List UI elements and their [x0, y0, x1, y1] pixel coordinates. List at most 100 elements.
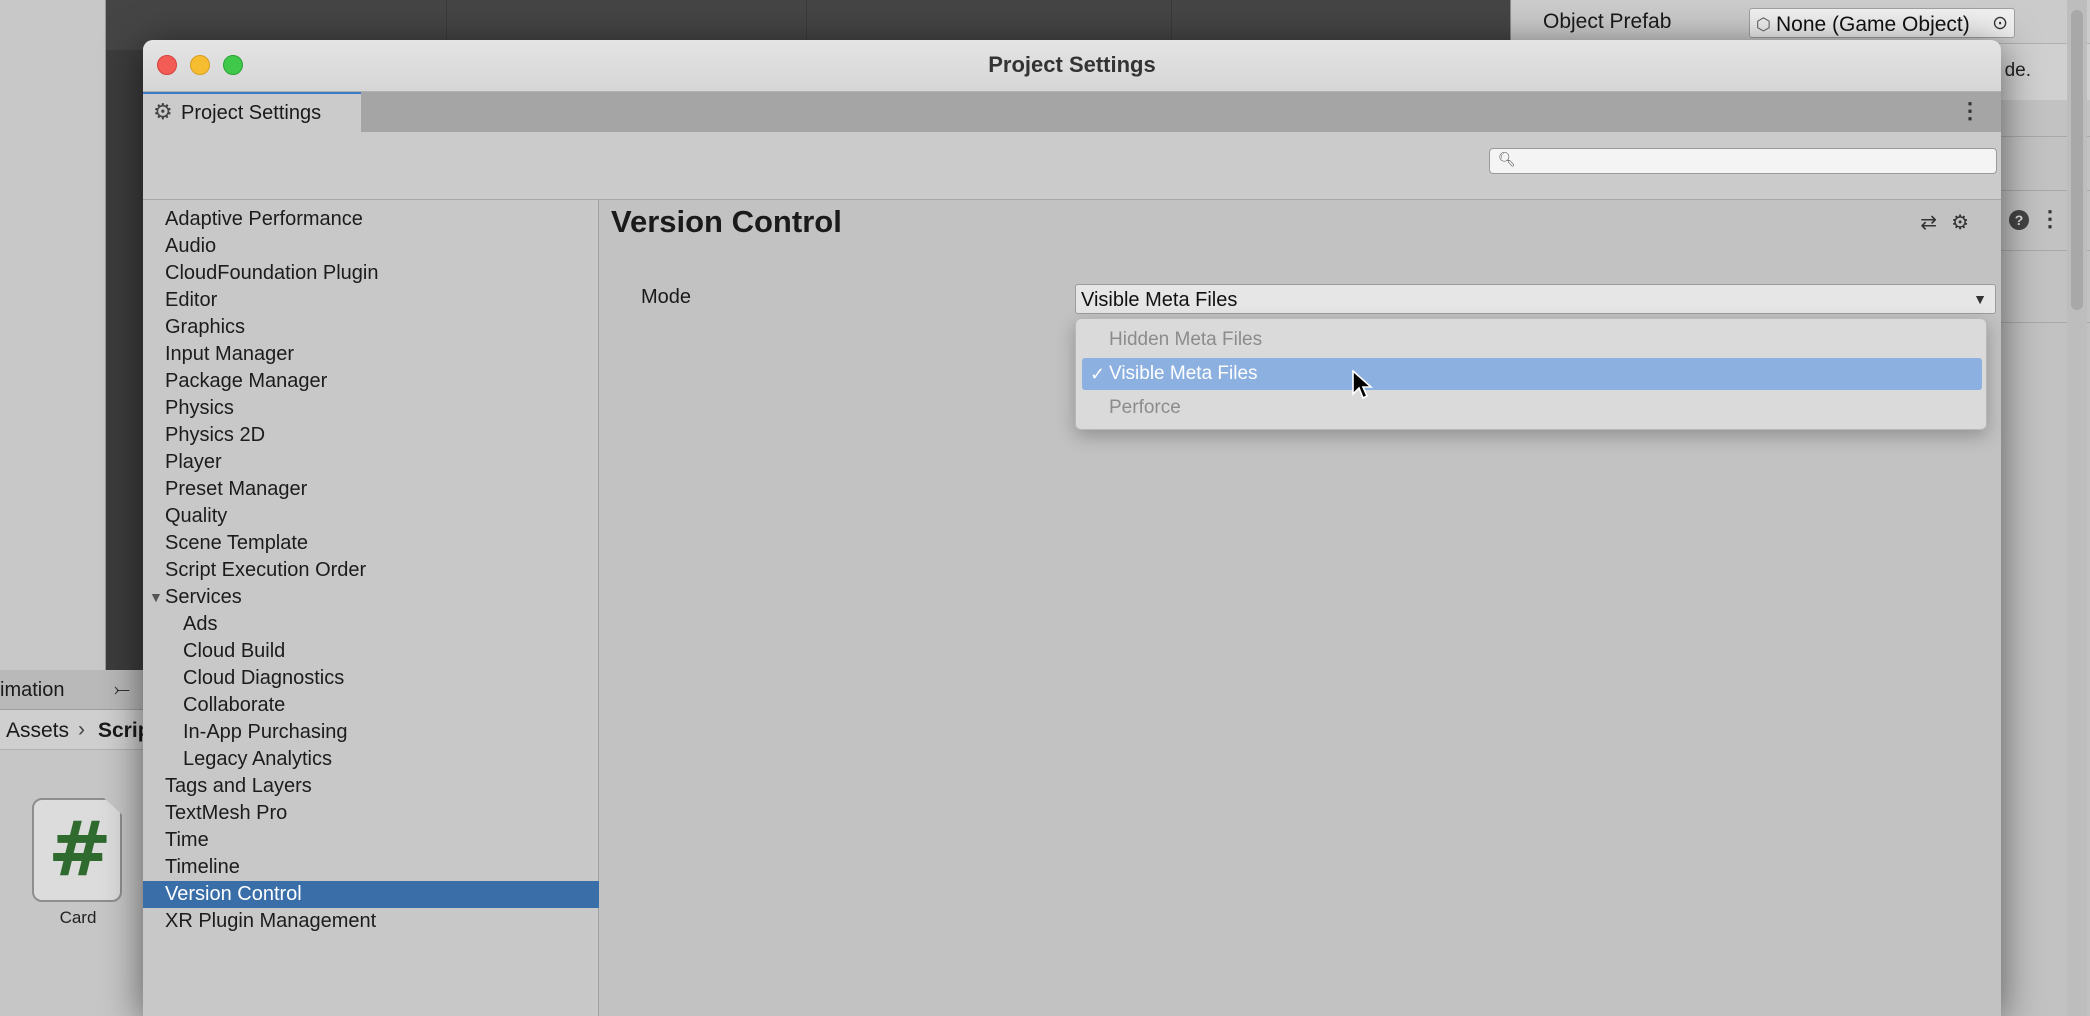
- sidebar-item-audio[interactable]: Audio: [143, 233, 599, 260]
- inspector-menu-icon[interactable]: ⋮: [2039, 206, 2061, 232]
- option-label: Visible Meta Files: [1109, 363, 1258, 384]
- sidebar-item-textmesh-pro[interactable]: TextMesh Pro: [143, 800, 599, 827]
- sidebar-item-physics[interactable]: Physics: [143, 395, 599, 422]
- sidebar-item-label: Package Manager: [165, 370, 328, 392]
- sidebar-item-collaborate[interactable]: Collaborate: [143, 692, 599, 719]
- sidebar-item-label: Player: [165, 451, 222, 473]
- tab-project-settings[interactable]: ⚙ Project Settings: [143, 92, 361, 132]
- preset-sliders-icon[interactable]: ⇄: [1920, 212, 1937, 234]
- sidebar-item-label: Cloud Build: [183, 640, 286, 662]
- settings-sidebar: Adaptive Performance Audio CloudFoundation…: [143, 200, 599, 1016]
- page-title: Version Control: [611, 204, 842, 239]
- sidebar-item-label: Script Execution Order: [165, 559, 367, 581]
- sidebar-item-label: Physics: [165, 397, 234, 419]
- sidebar-item-cloudfoundation-plugin[interactable]: CloudFoundation Plugin: [143, 260, 599, 287]
- mode-label: Mode: [641, 286, 692, 308]
- inspector-scrollbar[interactable]: [2067, 0, 2087, 1016]
- breadcrumb-assets[interactable]: Assets: [6, 719, 69, 743]
- sidebar-item-legacy-analytics[interactable]: Legacy Analytics: [143, 746, 599, 773]
- sidebar-item-tags-and-layers[interactable]: Tags and Layers: [143, 773, 599, 800]
- sidebar-item-time[interactable]: Time: [143, 827, 599, 854]
- sidebar-item-cloud-diagnostics[interactable]: Cloud Diagnostics: [143, 665, 599, 692]
- sidebar-item-label: Time: [165, 829, 209, 851]
- window-titlebar: Project Settings: [143, 40, 2001, 92]
- window-menu-icon[interactable]: ⋮: [1959, 98, 1981, 124]
- sidebar-item-label: CloudFoundation Plugin: [165, 262, 379, 284]
- sidebar-item-input-manager[interactable]: Input Manager: [143, 341, 599, 368]
- sidebar-item-label: Audio: [165, 235, 217, 257]
- mode-dropdown-value: Visible Meta Files: [1081, 289, 1238, 311]
- sidebar-item-xr-plugin-management[interactable]: XR Plugin Management: [143, 908, 599, 935]
- sidebar-item-label: Version Control: [165, 883, 302, 905]
- sidebar-item-package-manager[interactable]: Package Manager: [143, 368, 599, 395]
- option-perforce[interactable]: Perforce: [1082, 392, 1982, 424]
- breadcrumb-chevron-icon: ›: [78, 718, 85, 741]
- search-field[interactable]: 🔍︎: [1489, 148, 1997, 174]
- project-tabbar: imation ⤚: [0, 670, 150, 710]
- hierarchy-panel-background: [0, 0, 106, 670]
- sidebar-item-label: Ads: [183, 613, 218, 635]
- sidebar-item-label: Input Manager: [165, 343, 294, 365]
- option-label: Perforce: [1109, 397, 1181, 418]
- sidebar-item-label: Tags and Layers: [165, 775, 312, 797]
- mode-dropdown[interactable]: Visible Meta Files ▼: [1075, 284, 1996, 314]
- animation-tab[interactable]: imation: [0, 679, 64, 702]
- settings-gear-icon[interactable]: ⚙: [1951, 212, 1969, 234]
- sidebar-item-label: Scene Template: [165, 532, 309, 554]
- window-tabbar: ⚙ Project Settings ⋮: [143, 92, 2001, 132]
- sidebar-item-label: In-App Purchasing: [183, 721, 348, 743]
- search-icon: 🔍︎: [1498, 151, 1516, 167]
- sidebar-item-label: XR Plugin Management: [165, 910, 377, 932]
- project-panel: imation ⤚ Assets › Scrip # Card: [0, 670, 151, 1016]
- object-prefab-value: None (Game Object): [1776, 13, 1970, 36]
- sidebar-item-quality[interactable]: Quality: [143, 503, 599, 530]
- object-picker-icon[interactable]: ⊙: [1992, 12, 2008, 35]
- sidebar-item-player[interactable]: Player: [143, 449, 599, 476]
- option-visible-meta-files[interactable]: ✓ Visible Meta Files: [1082, 358, 1982, 390]
- chevron-down-icon: ▼: [1973, 291, 1987, 307]
- sidebar-item-label: Graphics: [165, 316, 246, 338]
- tab-label: Project Settings: [181, 102, 322, 124]
- sidebar-item-services[interactable]: ▼ Services: [143, 584, 599, 611]
- expand-triangle-icon[interactable]: ▼: [149, 584, 163, 611]
- card-asset-label: Card: [59, 908, 97, 927]
- search-bar: 🔍︎: [143, 132, 2001, 200]
- card-script-asset[interactable]: #: [30, 798, 126, 902]
- option-label: Hidden Meta Files: [1109, 329, 1263, 350]
- sidebar-item-label: Cloud Diagnostics: [183, 667, 345, 689]
- sidebar-item-editor[interactable]: Editor: [143, 287, 599, 314]
- cube-icon: ⬡: [1756, 15, 1771, 34]
- sidebar-item-label: Timeline: [165, 856, 240, 878]
- gear-icon: ⚙: [153, 99, 173, 124]
- object-prefab-row: Object Prefab ⬡ None (Game Object) ⊙: [1511, 0, 2090, 44]
- sidebar-item-label: Preset Manager: [165, 478, 308, 500]
- panel-toolbar: ⇄ ⚙: [1906, 210, 1969, 235]
- sidebar-item-scene-template[interactable]: Scene Template: [143, 530, 599, 557]
- help-icon[interactable]: ?: [2009, 210, 2029, 230]
- sidebar-item-adaptive-performance[interactable]: Adaptive Performance: [143, 206, 599, 233]
- search-input[interactable]: [1518, 151, 1988, 171]
- sidebar-item-cloud-build[interactable]: Cloud Build: [143, 638, 599, 665]
- sidebar-item-label: TextMesh Pro: [165, 802, 288, 824]
- sidebar-item-label: Services: [165, 586, 242, 608]
- sidebar-item-label: Editor: [165, 289, 218, 311]
- option-hidden-meta-files[interactable]: Hidden Meta Files: [1082, 324, 1982, 356]
- sidebar-item-label: Physics 2D: [165, 424, 266, 446]
- sidebar-item-preset-manager[interactable]: Preset Manager: [143, 476, 599, 503]
- sidebar-item-label: Quality: [165, 505, 228, 527]
- object-prefab-field[interactable]: ⬡ None (Game Object) ⊙: [1749, 8, 2015, 38]
- sidebar-item-ads[interactable]: Ads: [143, 611, 599, 638]
- checkmark-icon: ✓: [1090, 364, 1106, 384]
- sidebar-item-timeline[interactable]: Timeline: [143, 854, 599, 881]
- mode-options-popup: Hidden Meta Files ✓ Visible Meta Files Perf…: [1075, 318, 1987, 430]
- sidebar-item-label: Adaptive Performance: [165, 208, 363, 230]
- csharp-script-icon: #: [32, 798, 122, 902]
- sidebar-item-graphics[interactable]: Graphics: [143, 314, 599, 341]
- window-title: Project Settings: [988, 52, 1156, 77]
- sidebar-item-label: Legacy Analytics: [183, 748, 332, 770]
- sidebar-item-in-app-purchasing[interactable]: In-App Purchasing: [143, 719, 599, 746]
- animator-tab-icon[interactable]: ⤚: [114, 679, 130, 702]
- sidebar-item-script-execution-order[interactable]: Script Execution Order: [143, 557, 599, 584]
- sidebar-item-version-control[interactable]: Version Control: [143, 881, 599, 908]
- sidebar-item-physics-2d[interactable]: Physics 2D: [143, 422, 599, 449]
